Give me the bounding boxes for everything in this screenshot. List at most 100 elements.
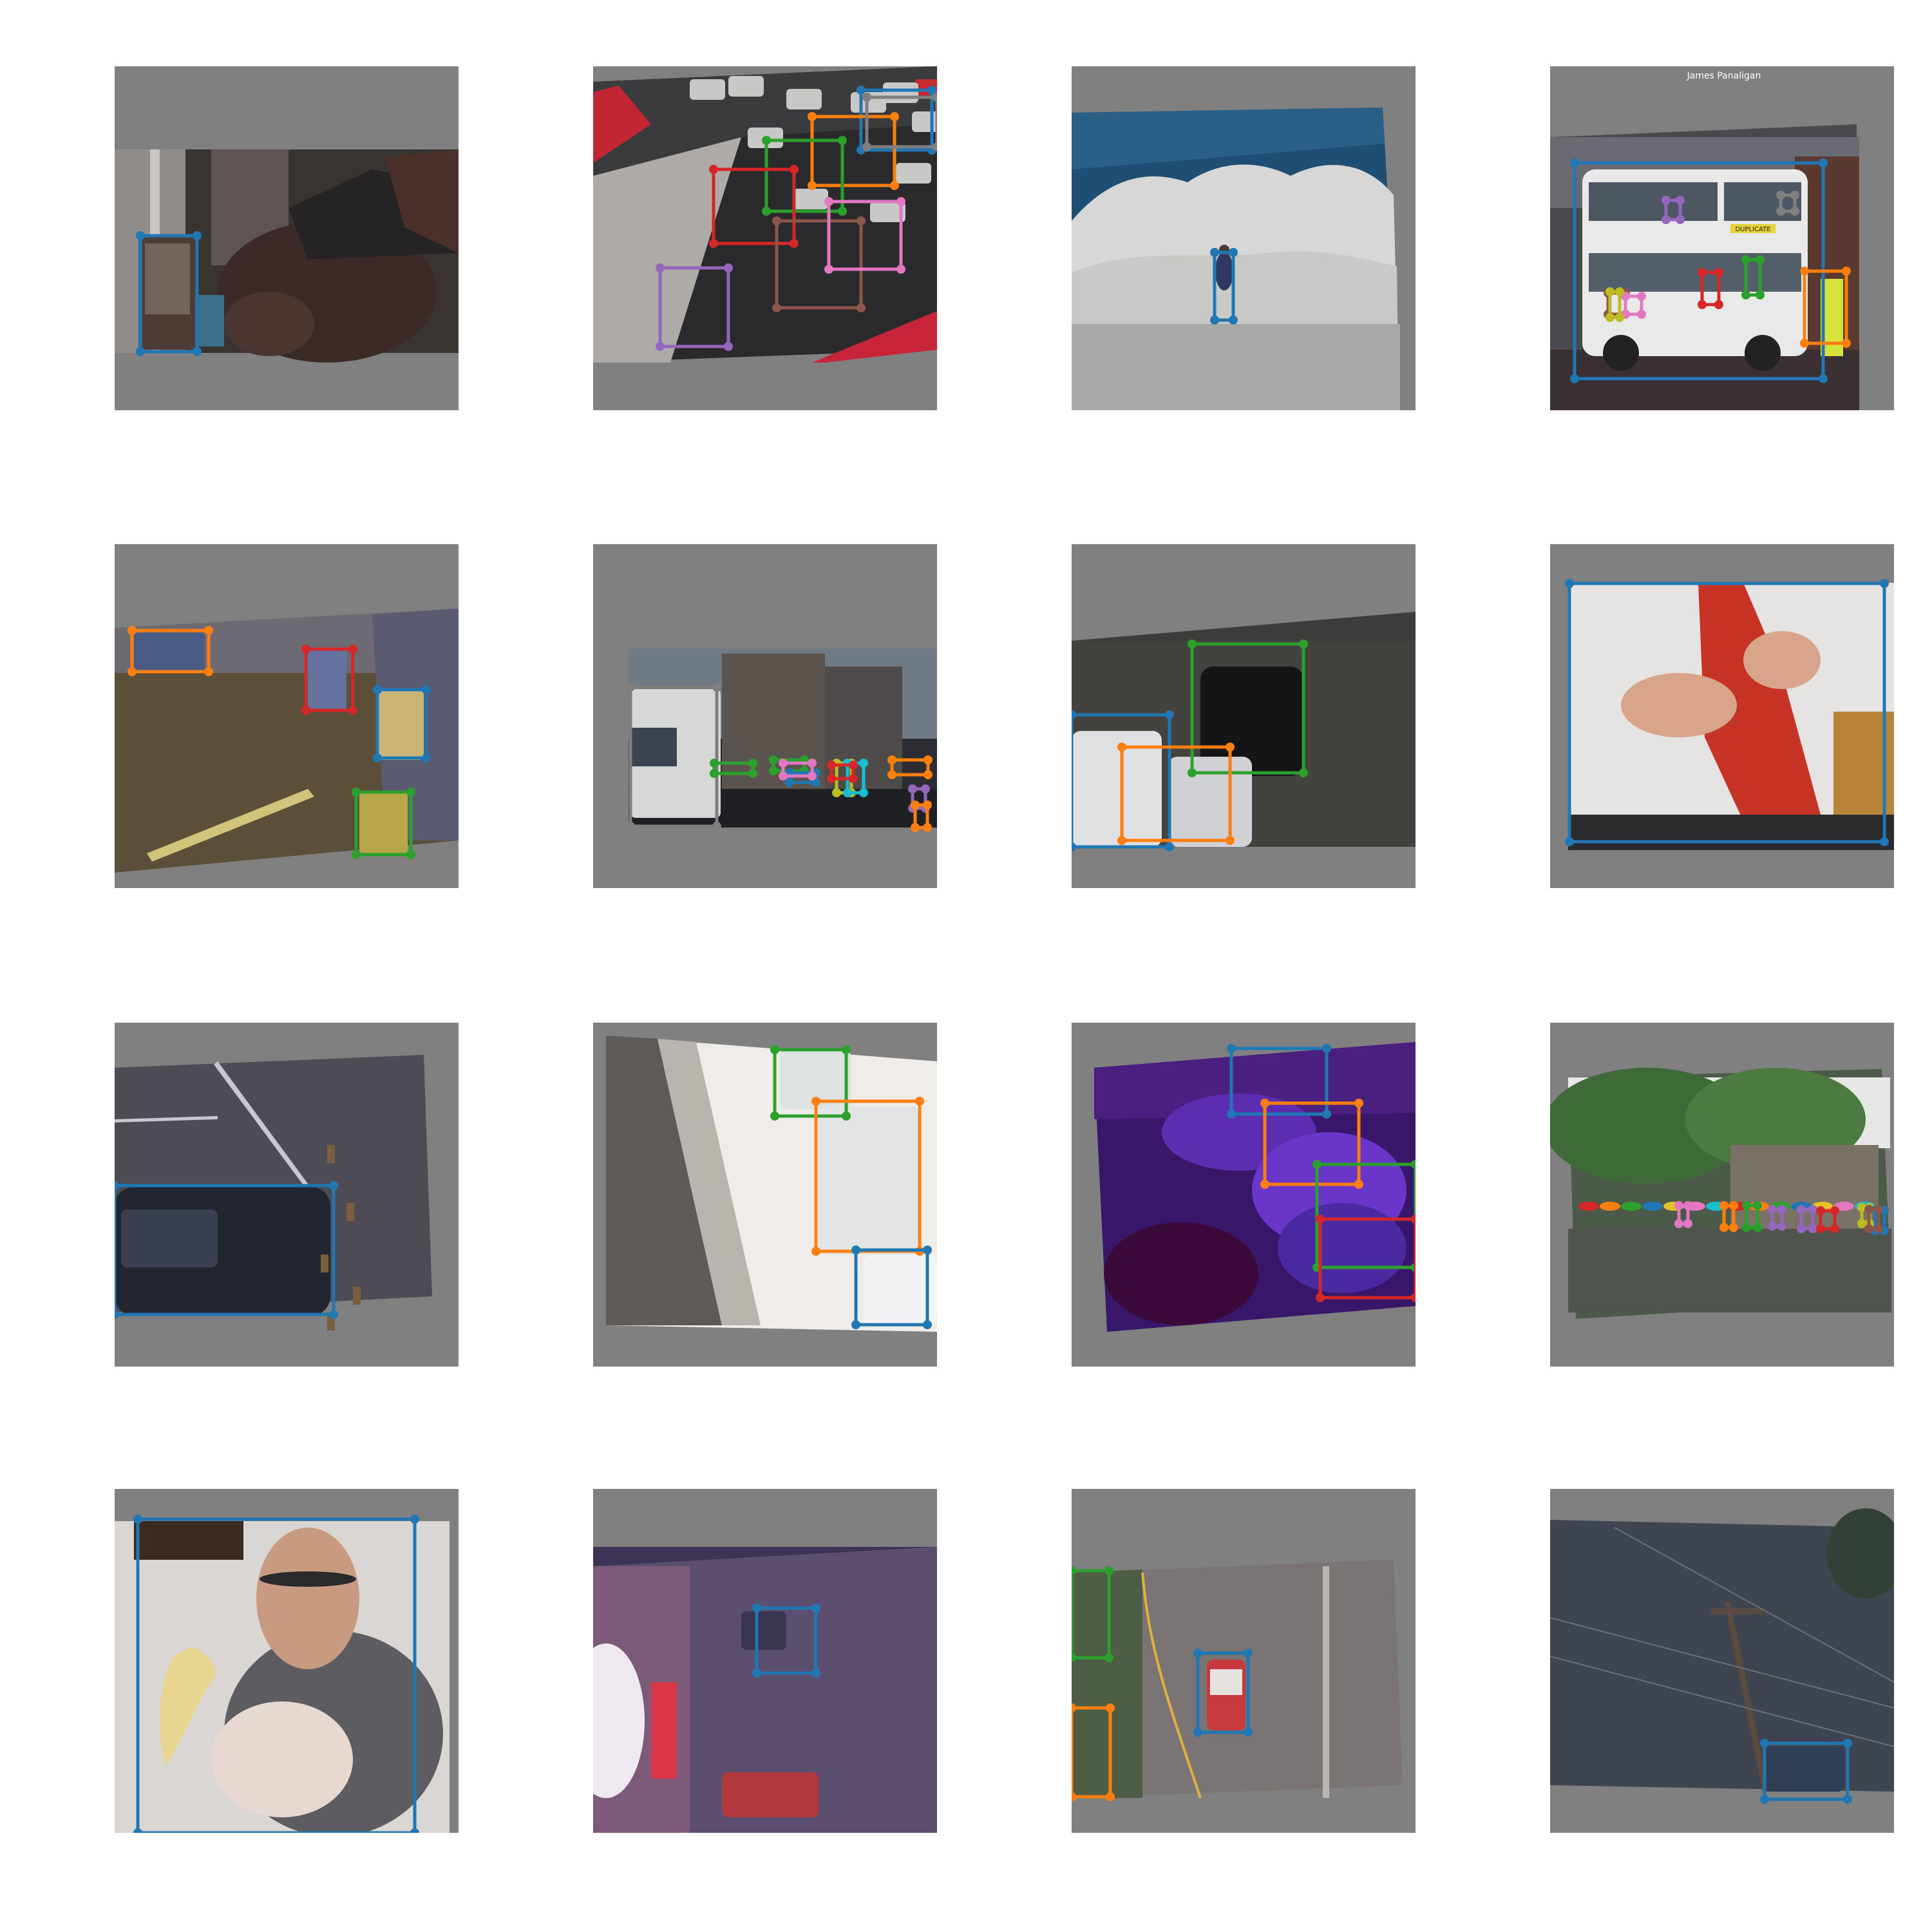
bbox-corner-dot	[1830, 1206, 1839, 1215]
bbox-corner-dot	[133, 1515, 142, 1524]
bbox-corner-dot	[1165, 710, 1174, 719]
bbox-corner-dot	[923, 770, 933, 779]
bbox-corner-dot	[1354, 1180, 1363, 1189]
building	[1730, 1145, 1879, 1229]
bbox-corner-dot	[1760, 1739, 1769, 1748]
car	[722, 1772, 819, 1817]
bbox-corner-dot	[1104, 1566, 1113, 1575]
bbox-corner-dot	[1299, 768, 1308, 777]
umbrella	[1642, 1202, 1663, 1211]
bus-windshield	[632, 728, 677, 766]
bbox-corner-dot	[709, 165, 718, 174]
tile-purple-blurry-cars	[1072, 1023, 1416, 1367]
bbox-corner-dot	[748, 769, 757, 778]
bbox-corner-dot	[769, 766, 778, 775]
dark-pants	[1568, 815, 1894, 850]
bbox-corner-dot	[1768, 1222, 1777, 1231]
bbox-corner-dot	[1874, 1205, 1883, 1214]
bbox-corner-dot	[1729, 1201, 1738, 1210]
bbox-corner-dot	[1106, 1703, 1115, 1712]
crossarm	[1711, 1608, 1763, 1615]
bus-upper-windows	[1589, 182, 1718, 221]
bbox-corner-dot	[1244, 1649, 1253, 1658]
parked-car	[690, 79, 725, 100]
hand	[211, 1701, 353, 1817]
tile-canvas	[1550, 544, 1894, 888]
tile-canvas	[593, 544, 937, 888]
bbox-corner-dot	[890, 112, 899, 121]
bbox-corner-dot	[1808, 1224, 1817, 1233]
tile-aerial-street-truck	[115, 66, 459, 410]
bbox-corner-dot	[851, 1245, 860, 1255]
bbox-corner-dot	[1843, 1739, 1852, 1748]
bbox-corner-dot	[1819, 158, 1828, 167]
bbox-corner-dot	[785, 778, 794, 787]
bbox-corner-dot	[1760, 1795, 1769, 1804]
bbox-corner-dot	[923, 755, 933, 764]
bbox-corner-dot	[769, 755, 778, 764]
bbox-corner-dot	[204, 626, 213, 635]
bbox-corner-dot	[1260, 1099, 1269, 1108]
bbox-corner-dot	[842, 1112, 851, 1121]
bbox-corner-dot	[406, 850, 415, 859]
bbox-corner-dot	[911, 823, 920, 832]
bbox-corner-dot	[772, 303, 781, 312]
tile-canvas	[1550, 1489, 1894, 1833]
river	[1568, 1229, 1891, 1312]
bbox-corner-dot	[1808, 1205, 1817, 1214]
bbox-corner-dot	[329, 1310, 338, 1319]
bbox-corner-dot	[1753, 1223, 1762, 1232]
bbox-corner-dot	[1777, 1222, 1786, 1231]
bbox-corner-dot	[1662, 215, 1671, 224]
bollard	[353, 1287, 361, 1305]
tile-canvas	[593, 1023, 937, 1367]
tile-aerial-road-taxi	[1072, 1489, 1416, 1833]
bollard	[327, 1145, 335, 1163]
tile-aerial-road-vans	[593, 1023, 937, 1367]
road-divider	[1323, 1566, 1329, 1798]
bbox-corner-dot	[1676, 196, 1685, 205]
bbox-corner-dot	[1753, 1201, 1762, 1210]
bbox-corner-dot	[1565, 579, 1574, 588]
roadside	[1072, 1569, 1142, 1798]
bbox-corner-dot	[811, 1669, 820, 1678]
car-window	[121, 1209, 218, 1267]
bbox-corner-dot	[1605, 287, 1615, 296]
bbox-corner-dot	[1674, 1201, 1683, 1210]
bbox-corner-dot	[1193, 1728, 1202, 1737]
bbox-corner-dot	[1615, 313, 1624, 322]
bbox-corner-dot	[193, 347, 202, 356]
bbox-corner-dot	[1226, 836, 1235, 845]
bbox-corner-dot	[1316, 1293, 1325, 1302]
tile-canvas	[593, 66, 937, 410]
bbox-corner-dot	[1768, 1205, 1777, 1214]
bbox-corner-dot	[136, 231, 145, 240]
white-van	[819, 1106, 922, 1255]
bbox-corner-dot	[752, 1604, 761, 1613]
car	[1764, 1747, 1844, 1792]
bbox-corner-dot	[1842, 267, 1851, 276]
car	[308, 650, 346, 712]
tile-man-with-banana	[115, 1489, 459, 1833]
bbox-corner-dot	[1188, 768, 1197, 777]
bbox-corner-dot	[1322, 1110, 1331, 1119]
tile-canvas	[1072, 1023, 1416, 1367]
bbox-corner-dot	[921, 784, 930, 793]
bbox-corner-dot	[859, 759, 868, 768]
bbox-corner-dot	[1605, 313, 1615, 322]
bbox-corner-dot	[724, 342, 733, 351]
bbox-corner-dot	[808, 772, 817, 781]
bbox-corner-dot	[862, 142, 871, 151]
bbox-corner-dot	[808, 112, 817, 121]
bbox-corner-dot	[1674, 1219, 1683, 1228]
bbox-corner-dot	[352, 788, 361, 797]
parked-car	[883, 82, 918, 103]
car	[359, 792, 408, 853]
bbox-corner-dot	[1797, 1205, 1806, 1214]
bbox-corner-dot	[827, 761, 836, 770]
tile-canvas: DUPLICATE	[1550, 66, 1894, 410]
bbox-corner-dot	[1312, 1160, 1321, 1169]
tile-aerial-night-street	[115, 544, 459, 888]
bbox-corner-dot	[779, 759, 788, 768]
bus-front-window	[1724, 182, 1801, 221]
